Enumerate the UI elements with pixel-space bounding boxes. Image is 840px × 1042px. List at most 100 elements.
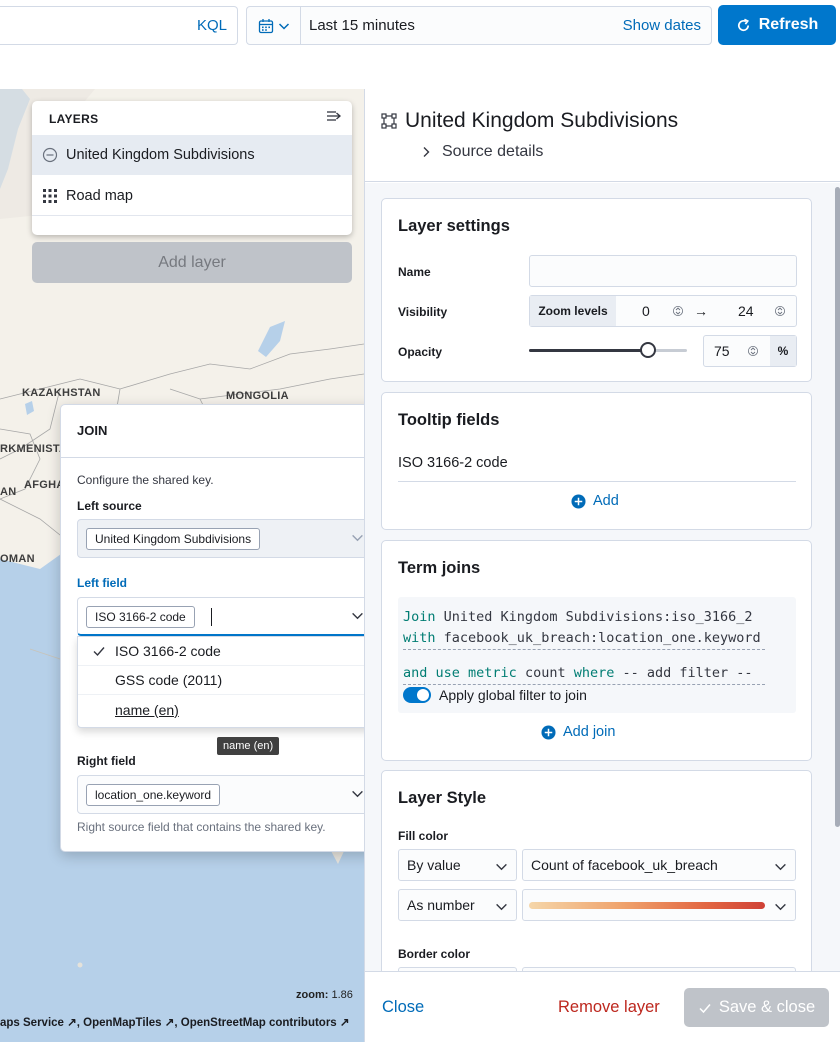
map-attribution: aps Service ↗, OpenMapTiles ↗, OpenStree… [0, 1017, 350, 1029]
calendar-icon [258, 18, 273, 33]
plus-circle-icon [541, 724, 556, 740]
layer-item-label: Road map [66, 187, 133, 204]
join-expression-line-3[interactable]: and use metric count where -- add filter… [403, 665, 753, 681]
left-source-select: United Kingdom Subdivisions [77, 519, 377, 558]
name-label: Name [398, 265, 431, 279]
chevron-down-icon [278, 22, 289, 30]
external-link-icon: ↗ [67, 1017, 77, 1029]
date-range-text[interactable]: Last 15 minutes [309, 17, 415, 34]
add-layer-button[interactable]: Add layer [32, 242, 352, 283]
source-details-toggle[interactable]: Source details [420, 143, 543, 161]
right-field-help-text: Right source field that contains the sha… [77, 820, 326, 834]
join-expression-line-2[interactable]: with facebook_uk_breach:location_one.key… [403, 630, 761, 646]
left-source-pill: United Kingdom Subdivisions [86, 528, 261, 550]
chevron-down-icon [496, 903, 507, 911]
save-label: Save & close [718, 998, 816, 1016]
chevron-down-icon [775, 863, 786, 871]
color-ramp-swatch [529, 902, 765, 909]
opacity-slider[interactable] [529, 342, 687, 358]
fill-scale-select[interactable]: As number [398, 889, 517, 921]
map-label-kazakhstan: KAZAKHSTAN [22, 387, 101, 399]
stepper-icon[interactable] [673, 304, 683, 318]
min-zoom-input[interactable]: 0 [642, 303, 650, 319]
fill-type-select[interactable]: By value [398, 849, 517, 881]
layer-settings-title: Layer settings [398, 217, 510, 235]
option-label: ISO 3166-2 code [115, 643, 221, 659]
option-label: name (en) [115, 701, 179, 718]
zoom-levels-label: Zoom levels [530, 296, 616, 326]
right-field-select[interactable]: location_one.keyword [77, 775, 377, 814]
flyout-body: Layer settings Name Visibility Zoom leve… [365, 183, 840, 971]
opacity-input[interactable]: 75 % [703, 335, 797, 367]
chevron-down-icon[interactable] [351, 787, 364, 800]
refresh-icon [737, 18, 749, 31]
left-field-pill: ISO 3166-2 code [86, 606, 195, 628]
fill-color-label: Fill color [398, 829, 449, 843]
left-source-label: Left source [77, 499, 142, 513]
quick-select-button[interactable] [247, 7, 301, 44]
save-and-close-button[interactable]: Save & close [684, 988, 829, 1027]
add-join-button[interactable]: Add join [541, 724, 615, 740]
map-label-oman: OMAN [0, 553, 35, 565]
divider [403, 649, 765, 650]
color-ramp-select[interactable] [522, 889, 796, 921]
stepper-icon[interactable] [775, 304, 785, 318]
collapse-panel-icon[interactable] [326, 109, 342, 128]
join-description: Configure the shared key. [77, 473, 214, 487]
map-label-iran: AN [0, 486, 17, 498]
opacity-slider-fill [529, 349, 648, 352]
opacity-value: 75 [714, 343, 730, 359]
left-field-label: Left field [77, 576, 127, 590]
stepper-icon[interactable] [748, 344, 758, 358]
layer-style-panel: Layer Style Fill color By value Count of… [381, 770, 812, 971]
show-dates-button[interactable]: Show dates [623, 17, 701, 34]
join-expression[interactable]: Join United Kingdom Subdivisions:iso_316… [398, 597, 796, 713]
fill-scale-value: As number [407, 897, 475, 913]
flyout-footer: Close Remove layer Save & close [365, 971, 840, 1042]
code-keyword: with [403, 630, 436, 646]
opacity-slider-thumb[interactable] [639, 342, 656, 358]
close-button[interactable]: Close [382, 998, 424, 1017]
option-iso-3166-2-code[interactable]: ISO 3166-2 code [78, 637, 376, 666]
chevron-down-icon [352, 534, 363, 542]
divider [398, 481, 796, 482]
add-tooltip-field-button[interactable]: Add [571, 493, 619, 509]
check-icon [93, 647, 105, 657]
code-keyword: Join [403, 609, 436, 625]
chevron-down-icon [775, 903, 786, 911]
add-join-label: Add join [563, 724, 616, 740]
scrollbar[interactable] [835, 187, 840, 827]
border-color-label: Border color [398, 947, 471, 961]
source-details-label: Source details [442, 143, 544, 160]
kql-toggle-button[interactable]: KQL [197, 17, 227, 34]
fill-field-select[interactable]: Count of facebook_uk_breach [522, 849, 796, 881]
option-gss-code[interactable]: GSS code (2011) [78, 666, 376, 695]
attribution-link-openstreetmap[interactable]: OpenStreetMap contributors [181, 1017, 337, 1029]
grid-icon [43, 188, 57, 203]
layer-name-input[interactable] [529, 255, 797, 287]
option-name-en[interactable]: name (en) [78, 695, 376, 724]
refresh-button[interactable]: Refresh [718, 5, 836, 45]
join-filter: -- add filter -- [622, 665, 753, 681]
layer-vector-icon [42, 147, 58, 163]
join-left-key: United Kingdom Subdivisions:iso_3166_2 [443, 609, 753, 625]
layer-editor-flyout: United Kingdom Subdivisions Source detai… [364, 89, 840, 1042]
code-keyword: and use metric [403, 665, 517, 681]
zoom-range-control: Zoom levels 0 → 24 [529, 295, 797, 327]
max-zoom-input[interactable]: 24 [738, 303, 754, 319]
query-bar[interactable]: KQL [0, 6, 238, 45]
global-filter-switch[interactable] [403, 687, 431, 703]
left-field-combobox[interactable]: ISO 3166-2 code [77, 597, 377, 636]
attribution-link-maps-service[interactable]: aps Service [0, 1017, 64, 1029]
external-link-icon: ↗ [339, 1017, 350, 1029]
join-expression-line-1[interactable]: Join United Kingdom Subdivisions:iso_316… [403, 609, 753, 625]
opacity-unit: % [770, 336, 796, 366]
layer-item-road-map[interactable]: Road map [32, 176, 352, 216]
switch-knob [417, 689, 429, 701]
layer-item-uk-subdivisions[interactable]: United Kingdom Subdivisions [32, 135, 352, 175]
plus-circle-icon [571, 493, 586, 509]
chevron-down-icon[interactable] [351, 609, 364, 622]
remove-layer-button[interactable]: Remove layer [558, 998, 660, 1017]
attribution-link-openmaptiles[interactable]: OpenMapTiles [83, 1017, 161, 1029]
date-picker[interactable]: Last 15 minutes Show dates [246, 6, 712, 45]
